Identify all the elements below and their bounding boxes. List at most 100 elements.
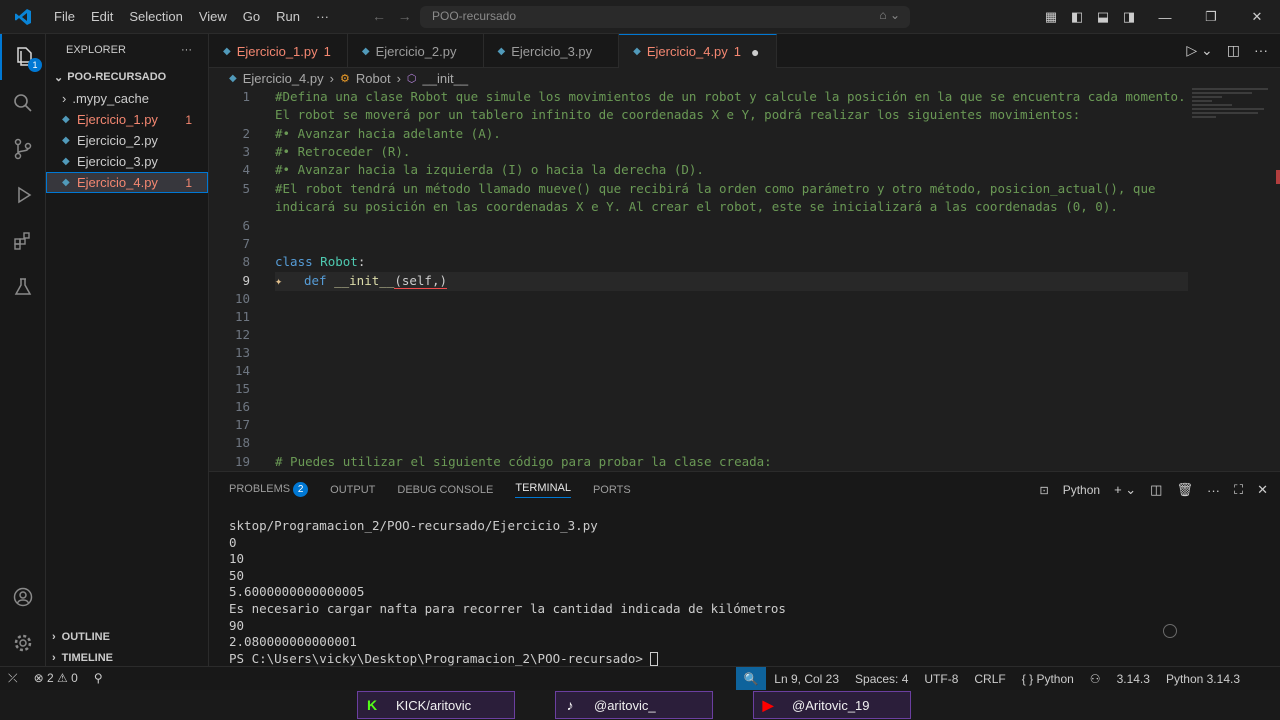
close-panel-icon[interactable]: ✕	[1257, 482, 1268, 498]
line-number: 5	[242, 181, 250, 196]
tab-terminal[interactable]: TERMINAL	[515, 482, 571, 498]
python-file-icon: ◆	[62, 156, 70, 167]
tab-ports[interactable]: PORTS	[593, 484, 631, 496]
split-terminal-icon[interactable]: ◫	[1150, 482, 1162, 498]
tree-item-mypy-cache[interactable]: › .mypy_cache	[46, 88, 208, 109]
more-icon[interactable]: ···	[1207, 483, 1220, 498]
tab-problems[interactable]: PROBLEMS 2	[229, 482, 309, 497]
tree-item-ejercicio-2[interactable]: ◆ Ejercicio_2.py	[46, 130, 208, 151]
toggle-sidebar-icon[interactable]: ◧	[1064, 9, 1090, 25]
zoom-icon[interactable]: 🔍	[736, 667, 767, 691]
terminal-line: sktop/Programacion_2/POO-recursado/Ejerc…	[229, 518, 598, 533]
outline-section[interactable]: › OUTLINE	[46, 626, 209, 647]
menu-file[interactable]: File	[46, 9, 83, 24]
breadcrumb: ◆ Ejercicio_4.py › ⚙ Robot › ⬡ __init__	[209, 68, 1280, 88]
tab-ejercicio-1[interactable]: ◆ Ejercicio_1.py 1	[209, 34, 348, 68]
unsaved-dot-icon[interactable]: ●	[751, 44, 759, 60]
menu-edit[interactable]: Edit	[83, 9, 121, 24]
testing-flask-icon[interactable]	[0, 264, 46, 310]
tree-item-ejercicio-4[interactable]: ◆ Ejercicio_4.py 1	[46, 172, 208, 193]
extensions-icon[interactable]	[0, 218, 46, 264]
line-number: 16	[234, 399, 250, 414]
encoding[interactable]: UTF-8	[924, 672, 958, 686]
python-file-icon: ◆	[62, 135, 70, 146]
workspace-folder[interactable]: ⌄ POO-RECURSADO	[46, 66, 208, 88]
more-actions-icon[interactable]: ···	[1254, 42, 1268, 59]
maximize-panel-icon[interactable]: ⛶	[1234, 482, 1243, 498]
line-number: 15	[234, 381, 250, 396]
ai-sparkle-icon[interactable]: ✦	[275, 272, 282, 290]
minimap[interactable]	[1192, 88, 1268, 148]
source-control-icon[interactable]	[0, 126, 46, 172]
menu-run[interactable]: Run	[268, 9, 308, 24]
restore-icon[interactable]: ❐	[1188, 9, 1234, 25]
code-line: 11	[209, 308, 1189, 326]
youtube-handle: @Aritovic_19	[792, 697, 870, 713]
toggle-secondary-sidebar-icon[interactable]: ◨	[1116, 9, 1142, 25]
tab-output[interactable]: OUTPUT	[330, 484, 375, 496]
menu-selection[interactable]: Selection	[121, 9, 190, 24]
new-terminal-icon[interactable]: + ⌄	[1114, 482, 1136, 498]
code-line: 3 #• Retroceder (R).	[209, 143, 1189, 161]
minimize-icon[interactable]: —	[1142, 10, 1188, 25]
search-icon[interactable]	[0, 80, 46, 126]
python-interpreter[interactable]: Python 3.14.3	[1166, 672, 1240, 686]
youtube-social: ▶ @Aritovic_19	[753, 691, 911, 719]
breadcrumb-method[interactable]: __init__	[423, 71, 469, 86]
split-editor-icon[interactable]: ◫	[1227, 42, 1240, 59]
run-debug-icon[interactable]	[0, 172, 46, 218]
menu-view[interactable]: View	[191, 9, 235, 24]
back-arrow-icon[interactable]: ←	[372, 8, 386, 24]
terminal-line: 90	[229, 617, 245, 633]
tree-item-label: Ejercicio_3.py	[77, 154, 158, 169]
code-text: indicará su posición en las coordenadas …	[275, 199, 1118, 214]
run-file-icon[interactable]: ▷ ⌄	[1186, 42, 1212, 59]
indentation[interactable]: Spaces: 4	[855, 672, 908, 686]
tab-ejercicio-2[interactable]: ◆ Ejercicio_2.py	[348, 34, 484, 68]
language-mode[interactable]: { } Python	[1022, 672, 1074, 686]
copilot-icon[interactable]: ⚇	[1090, 672, 1101, 686]
code-editor[interactable]: 1 #Defina una clase Robot que simule los …	[209, 88, 1280, 471]
explorer-icon[interactable]: 1	[0, 34, 46, 80]
explorer-more-icon[interactable]: ···	[181, 44, 192, 56]
terminal-shell-label[interactable]: Python	[1063, 483, 1100, 497]
tree-item-ejercicio-3[interactable]: ◆ Ejercicio_3.py	[46, 151, 208, 172]
terminal-output[interactable]: sktop/Programacion_2/POO-recursado/Ejerc…	[229, 518, 1229, 667]
forward-arrow-icon[interactable]: →	[398, 8, 412, 24]
tab-problem-count: 1	[323, 43, 331, 59]
tab-ejercicio-3[interactable]: ◆ Ejercicio_3.py	[484, 34, 620, 68]
menu-more[interactable]: ···	[308, 9, 337, 24]
tree-item-label: Ejercicio_1.py	[77, 112, 158, 127]
tab-ejercicio-4[interactable]: ◆ Ejercicio_4.py 1 ●	[619, 34, 777, 68]
chevron-right-icon: ›	[62, 91, 67, 106]
layout-customize-icon[interactable]: ▦	[1038, 9, 1064, 25]
end-of-line[interactable]: CRLF	[974, 672, 1005, 686]
breadcrumb-class[interactable]: Robot	[356, 71, 391, 86]
tree-item-label: Ejercicio_2.py	[77, 133, 158, 148]
code-text: #El robot tendrá un método llamado mueve…	[275, 181, 1156, 196]
toggle-panel-icon[interactable]: ⬓	[1090, 9, 1116, 25]
problems-status[interactable]: ⊗ 2 ⚠ 0	[34, 671, 78, 686]
tiktok-handle: @aritovic_	[594, 697, 656, 713]
python-file-icon: ◆	[62, 114, 70, 125]
account-icon[interactable]	[0, 574, 46, 620]
menu-go[interactable]: Go	[235, 9, 268, 24]
terminal-line: Es necesario cargar nafta para recorrer …	[229, 600, 786, 616]
kick-handle: KICK/aritovic	[396, 697, 472, 713]
settings-gear-icon[interactable]	[0, 620, 46, 666]
python-version[interactable]: 3.14.3	[1117, 672, 1150, 686]
breadcrumb-file[interactable]: Ejercicio_4.py	[243, 71, 324, 86]
workspace-folder-label: POO-RECURSADO	[67, 71, 167, 83]
command-center-search[interactable]: POO-recursado ⌂ ⌄	[420, 6, 910, 28]
copilot-chat-icon[interactable]: ⌂ ⌄	[879, 8, 900, 22]
debug-icon[interactable]: ⚲	[94, 671, 103, 686]
code-line: 12	[209, 326, 1189, 344]
timeline-section[interactable]: › TIMELINE	[46, 647, 209, 668]
remote-icon[interactable]: ⤫	[8, 671, 18, 686]
tab-debug-console[interactable]: DEBUG CONSOLE	[397, 484, 493, 496]
cursor-position[interactable]: Ln 9, Col 23	[774, 672, 839, 686]
tree-item-ejercicio-1[interactable]: ◆ Ejercicio_1.py 1	[46, 109, 208, 130]
trash-icon[interactable]: 🗑	[1176, 482, 1193, 498]
nav-arrows: ← →	[372, 8, 412, 24]
close-icon[interactable]: ✕	[1234, 9, 1280, 25]
